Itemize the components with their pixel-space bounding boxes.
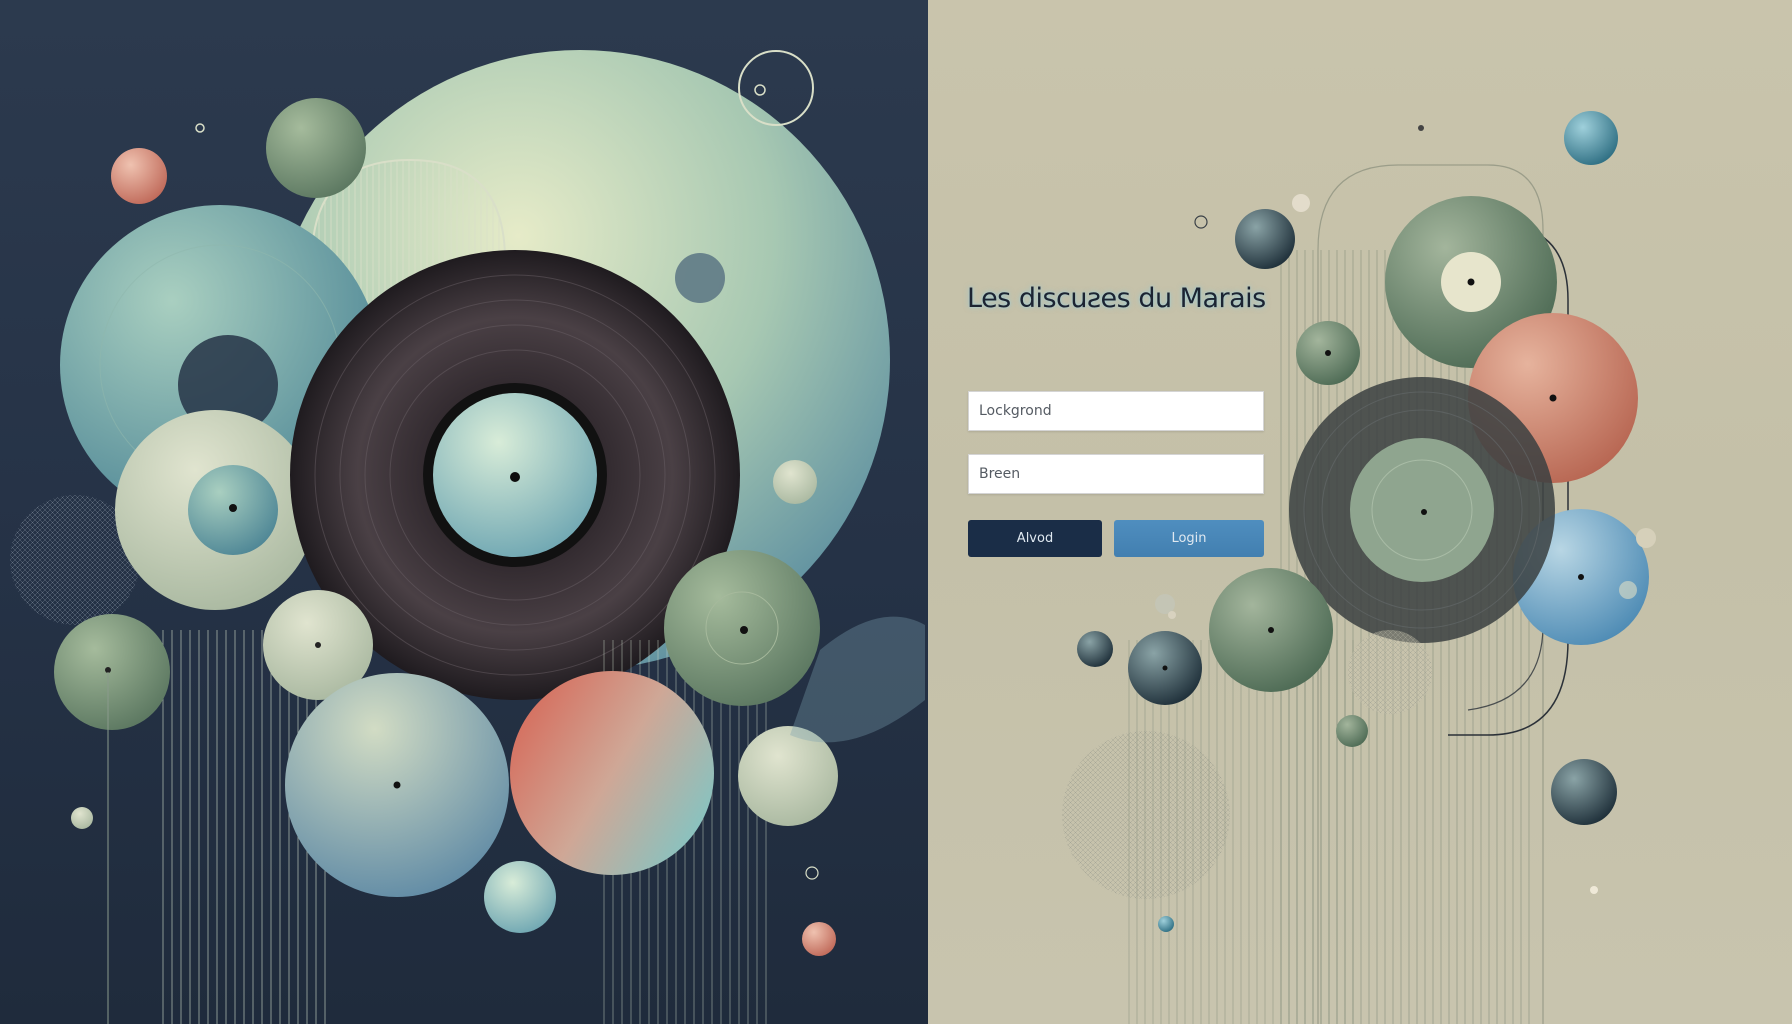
login-button[interactable]: Login — [1114, 520, 1264, 557]
ring-outline — [738, 50, 814, 126]
left-artwork-panel — [0, 0, 928, 1024]
login-screen: Les discuƨes du Marais Alvod Login — [0, 0, 1792, 1024]
top-sage-sphere — [266, 98, 366, 198]
small-coral-sphere — [111, 148, 167, 204]
username-input[interactable] — [968, 391, 1264, 431]
small-teal-sphere — [484, 861, 556, 933]
large-mesh-sphere — [1062, 731, 1230, 899]
page-title: Les discuƨes du Marais — [967, 283, 1266, 314]
tiny-cream-sphere — [773, 460, 817, 504]
dark-sphere-bottom — [1551, 759, 1617, 825]
grey-sphere — [675, 253, 725, 303]
coral-gradient-sphere — [510, 671, 714, 875]
teal-sphere-top — [1564, 111, 1618, 165]
sage-sphere — [54, 614, 170, 730]
abstract-vinyl-artwork — [10, 50, 925, 1024]
right-login-panel — [928, 0, 1792, 1024]
right-decor-artwork — [1062, 111, 1656, 1024]
password-input[interactable] — [968, 454, 1264, 494]
primary-action-button[interactable]: Alvod — [968, 520, 1102, 557]
dark-sphere-top — [1235, 209, 1295, 269]
